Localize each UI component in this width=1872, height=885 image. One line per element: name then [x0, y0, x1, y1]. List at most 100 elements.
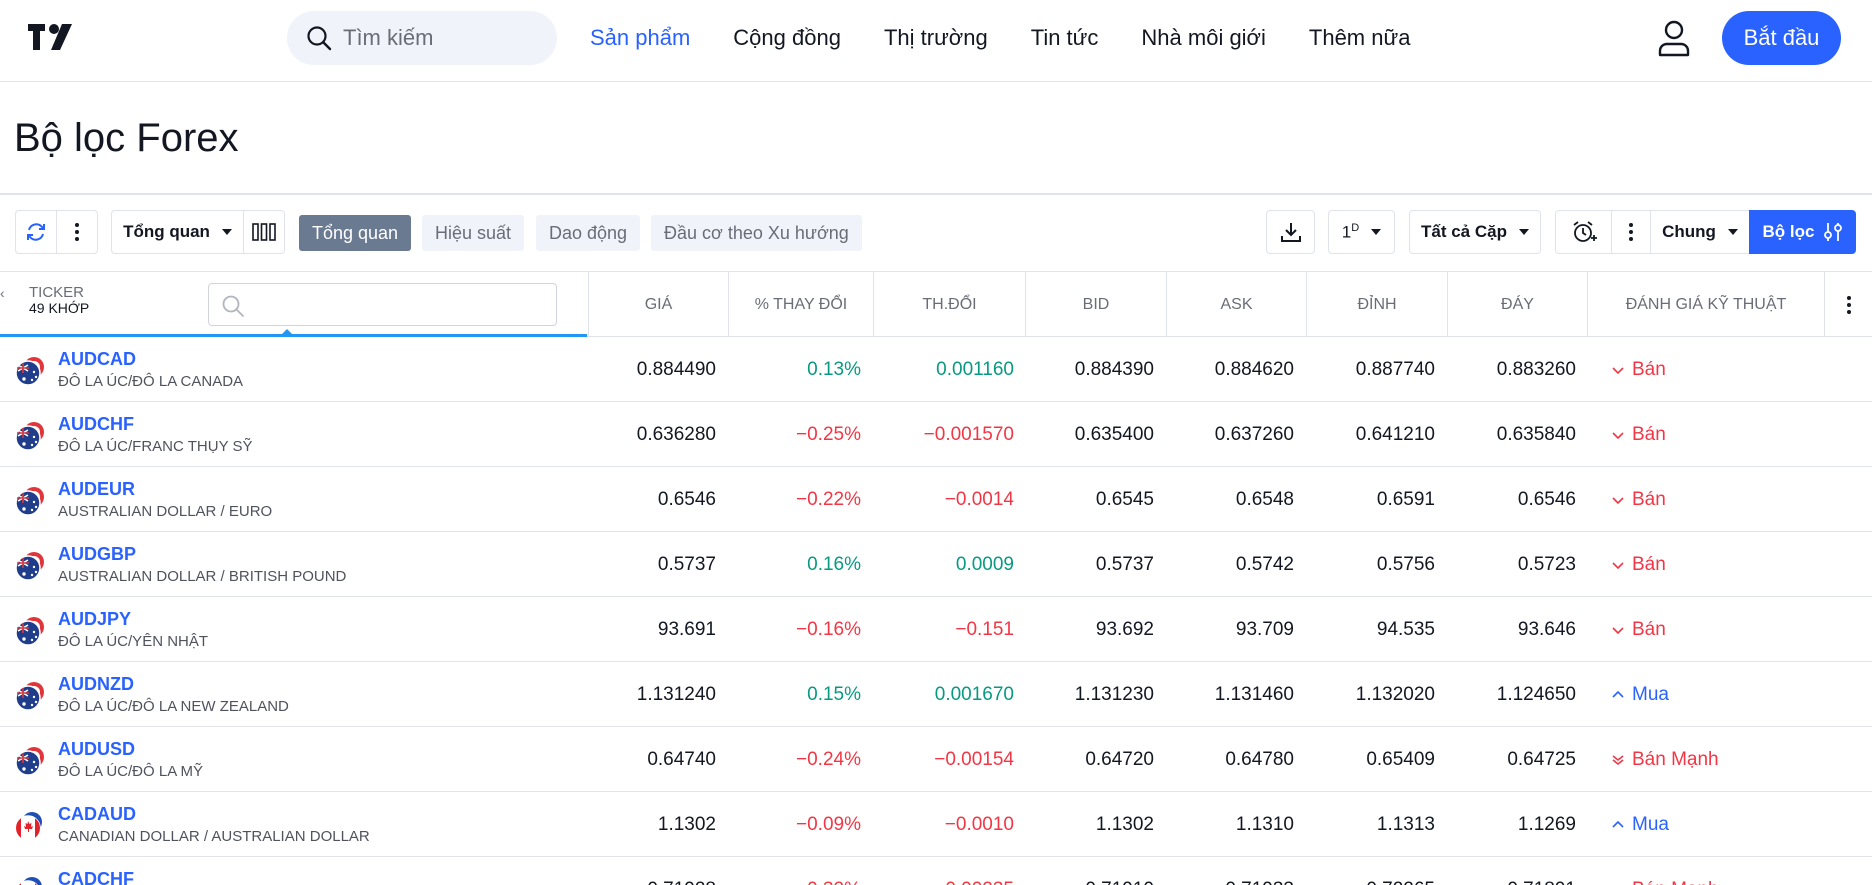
ticker-symbol[interactable]: CADAUD — [58, 804, 136, 825]
australia-flag-icon — [15, 617, 44, 646]
download-button[interactable] — [1266, 210, 1315, 254]
nav-brokers[interactable]: Nhà môi giới — [1141, 25, 1265, 51]
column-header-change[interactable]: Th.đổi — [873, 272, 1025, 337]
ask-cell: 0.637260 — [1214, 423, 1294, 445]
interval-value: 1D — [1341, 221, 1360, 242]
more-vert-icon — [1629, 223, 1633, 241]
technical-rating[interactable]: Mua — [1612, 792, 1669, 857]
table-row[interactable]: CADCHF 0.71928 −0.32% −0.00235 0.71910 0.7193… — [0, 857, 1872, 885]
ask-cell: 0.5742 — [1235, 553, 1294, 575]
refresh-button[interactable] — [15, 210, 57, 254]
change-percent-cell: 0.16% — [807, 553, 861, 575]
ticker-symbol[interactable]: AUDCAD — [58, 349, 136, 370]
main-nav: Sản phẩm Cộng đồng Thị trường Tin tức Nh… — [590, 0, 1453, 76]
ticker-symbol[interactable]: AUDEUR — [58, 479, 135, 500]
canada-flag-icon — [18, 877, 42, 885]
technical-rating-label: Mua — [1632, 683, 1669, 705]
technical-rating[interactable]: Bán — [1612, 532, 1666, 597]
technical-rating[interactable]: Bán — [1612, 337, 1666, 402]
change-cell: −0.00235 — [934, 857, 1014, 885]
technical-rating[interactable]: Bán — [1612, 402, 1666, 467]
view-select[interactable]: Tổng quan — [111, 210, 244, 254]
column-header-bid[interactable]: Bid — [1025, 272, 1166, 337]
table-row[interactable]: AUDEUR AUSTRALIAN DOLLAR / EURO 0.6546 −0.2… — [0, 467, 1872, 532]
ticker-search-input[interactable] — [208, 283, 557, 326]
change-percent-cell: −0.32% — [796, 857, 861, 885]
column-header-ask[interactable]: Ask — [1166, 272, 1306, 337]
tab-performance[interactable]: Hiệu suất — [422, 215, 525, 251]
tab-overview[interactable]: Tổng quan — [299, 215, 412, 251]
column-header-low[interactable]: Đáy — [1447, 272, 1587, 337]
tab-oscillators[interactable]: Dao động — [536, 215, 641, 251]
technical-rating[interactable]: Bán — [1612, 597, 1666, 662]
table-row[interactable]: AUDCAD ĐÔ LA ÚC/ĐÔ LA CANADA 0.884490 0.13%… — [0, 337, 1872, 402]
change-cell: 0.001160 — [936, 358, 1014, 380]
technical-rating[interactable]: Bán Mạnh — [1612, 727, 1719, 792]
column-header-change-percent[interactable]: % Thay đổi — [728, 272, 873, 337]
nav-community[interactable]: Cộng đồng — [733, 25, 841, 51]
column-header-price[interactable]: Giá — [588, 272, 728, 337]
low-cell: 1.124650 — [1496, 683, 1576, 705]
column-settings-button[interactable] — [1824, 272, 1872, 337]
pairs-select[interactable]: Tất cả Cặp — [1409, 210, 1541, 254]
ask-cell: 0.884620 — [1214, 358, 1294, 380]
search-bar[interactable]: Tìm kiếm — [287, 11, 557, 65]
technical-rating-label: Bán — [1632, 618, 1666, 640]
table-header: ‹ TICKER 49 KHỚP Giá % Thay đổi Th.đổi B… — [0, 271, 1872, 337]
ticker-column-header[interactable]: ‹ TICKER 49 KHỚP — [0, 272, 587, 337]
low-cell: 0.6546 — [1517, 488, 1576, 510]
column-header-high[interactable]: Đỉnh — [1306, 272, 1447, 337]
price-cell: 1.131240 — [636, 683, 716, 705]
column-header-technical-rating[interactable]: Đánh giá Kỹ thuật — [1587, 272, 1824, 337]
tab-trend-following[interactable]: Đầu cơ theo Xu hướng — [651, 215, 862, 251]
table-row[interactable]: AUDCHF ĐÔ LA ÚC/FRANC THỤY SỸ 0.636280 −0.2… — [0, 402, 1872, 467]
user-icon[interactable] — [1657, 19, 1691, 57]
price-cell: 1.1302 — [657, 813, 716, 835]
low-cell: 0.64725 — [1507, 748, 1576, 770]
change-cell: −0.151 — [955, 618, 1014, 640]
low-cell: 1.1269 — [1517, 813, 1576, 835]
ticker-symbol[interactable]: AUDCHF — [58, 414, 134, 435]
ticker-symbol[interactable]: AUDJPY — [58, 609, 131, 630]
ticker-symbol[interactable]: AUDUSD — [58, 739, 135, 760]
columns-button[interactable] — [243, 210, 285, 254]
table-row[interactable]: AUDGBP AUSTRALIAN DOLLAR / BRITISH POUND 0… — [0, 532, 1872, 597]
top-navigation-bar: Tìm kiếm Sản phẩm Cộng đồng Thị trường T… — [0, 0, 1872, 82]
technical-rating-label: Mua — [1632, 813, 1669, 835]
high-cell: 0.887740 — [1355, 358, 1435, 380]
high-cell: 0.641210 — [1355, 423, 1435, 445]
technical-rating[interactable]: Bán Mạnh — [1612, 857, 1719, 885]
nav-products[interactable]: Sản phẩm — [590, 25, 690, 51]
download-icon — [1280, 223, 1301, 242]
table-row[interactable]: AUDUSD ĐÔ LA ÚC/ĐÔ LA MỸ 0.64740 −0.24% −0.0… — [0, 727, 1872, 792]
filters-button[interactable]: Bộ lọc — [1749, 210, 1856, 254]
change-percent-cell: 0.13% — [807, 358, 861, 380]
table-row[interactable]: AUDNZD ĐÔ LA ÚC/ĐÔ LA NEW ZEALAND 1.131240… — [0, 662, 1872, 727]
chevron-left-icon[interactable]: ‹ — [0, 285, 5, 301]
high-cell: 0.65409 — [1366, 748, 1435, 770]
ticker-symbol[interactable]: AUDNZD — [58, 674, 134, 695]
screener-toolbar: Tổng quan Tổng quan Hiệu suất Dao động Đ… — [0, 210, 1872, 254]
technical-rating[interactable]: Bán — [1612, 467, 1666, 532]
ticker-description: ĐÔ LA ÚC/YÊN NHẬT — [58, 633, 209, 650]
table-row[interactable]: AUDJPY ĐÔ LA ÚC/YÊN NHẬT 93.691 −0.16% −0.15… — [0, 597, 1872, 662]
nav-news[interactable]: Tin tức — [1031, 25, 1099, 51]
more-options-button[interactable] — [56, 210, 98, 254]
technical-rating[interactable]: Mua — [1612, 662, 1669, 727]
ask-cell: 93.709 — [1235, 618, 1294, 640]
low-cell: 0.883260 — [1496, 358, 1576, 380]
tradingview-logo[interactable] — [28, 22, 82, 52]
get-started-button[interactable]: Bắt đầu — [1722, 11, 1841, 65]
ticker-symbol[interactable]: CADCHF — [58, 869, 134, 885]
alerts-more-button[interactable] — [1611, 210, 1651, 254]
nav-markets[interactable]: Thị trường — [884, 25, 988, 51]
nav-more[interactable]: Thêm nữa — [1309, 25, 1411, 51]
add-alert-button[interactable] — [1555, 210, 1612, 254]
bid-cell: 0.884390 — [1074, 358, 1154, 380]
technical-rating-label: Bán Mạnh — [1632, 748, 1719, 770]
ticker-symbol[interactable]: AUDGBP — [58, 544, 136, 565]
price-cell: 0.6546 — [657, 488, 716, 510]
table-row[interactable]: CADAUD CANADIAN DOLLAR / AUSTRALIAN DOLLA… — [0, 792, 1872, 857]
interval-select[interactable]: 1D — [1328, 210, 1395, 254]
filter-set-select[interactable]: Chung — [1650, 210, 1750, 254]
